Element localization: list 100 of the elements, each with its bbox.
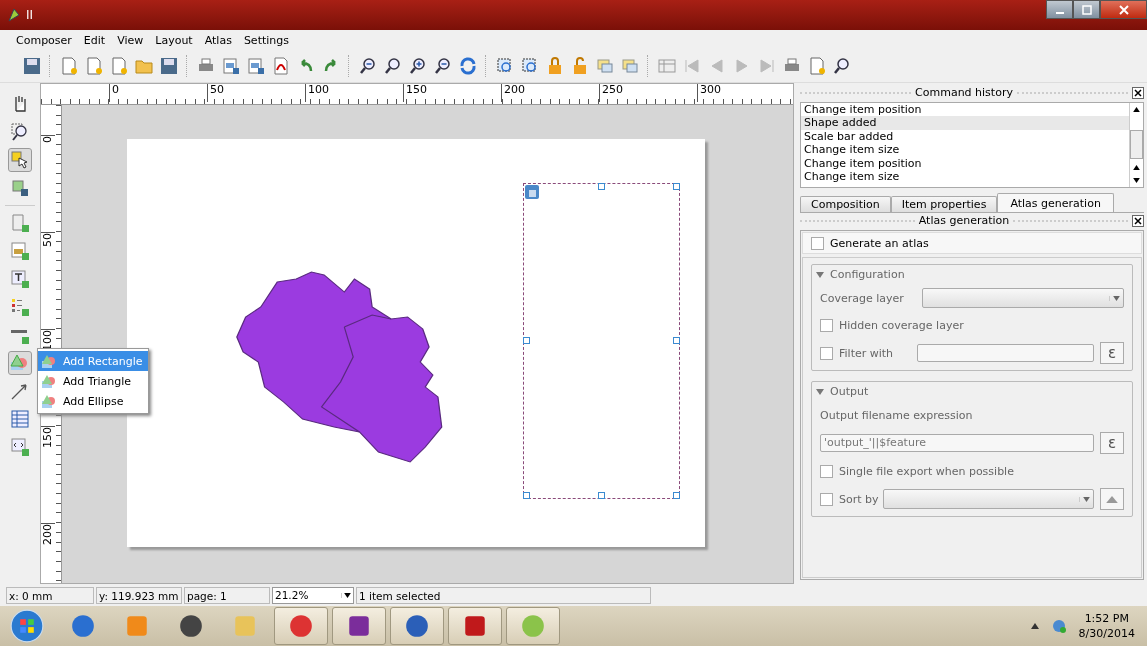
app-icon [124,613,150,639]
doc-icon[interactable] [59,56,79,76]
close-icon [1118,4,1129,15]
add-shape-icon[interactable] [9,352,31,374]
add-html-icon[interactable] [9,436,31,458]
scroll-down-icon[interactable] [1133,178,1140,183]
save-icon[interactable] [22,56,42,76]
expand-triangle-icon[interactable] [816,270,824,279]
ruler-label: 50 [207,84,305,102]
add-legend-icon[interactable] [9,296,31,318]
menu-item[interactable]: Layout [149,33,199,47]
window-title: II [26,8,34,22]
add-table-icon[interactable] [9,408,31,430]
app-icon [178,613,204,639]
menu-item[interactable]: Atlas [198,33,238,47]
field-label: Coverage layer [820,291,905,305]
coverage-layer-dropdown[interactable] [922,288,1124,308]
taskbar-app-button[interactable] [332,607,386,645]
add-image-icon[interactable] [9,240,31,262]
taskbar-app-button[interactable] [274,607,328,645]
magnifier-icon[interactable] [832,56,852,76]
doc-icon[interactable] [84,56,104,76]
checkbox[interactable] [820,346,833,360]
history-item[interactable]: Change item size [801,143,1129,157]
dropdown-arrow-icon [341,592,353,598]
menu-item[interactable]: Edit [77,33,112,47]
taskbar-app-button[interactable] [448,607,502,645]
app-icon [404,613,430,639]
expand-triangle-icon[interactable] [816,387,824,396]
app-icon [346,613,372,639]
checkbox[interactable] [820,464,833,478]
start-button-icon[interactable] [10,609,44,643]
magnifier-icon[interactable] [383,56,403,76]
close-button[interactable] [1132,214,1144,227]
checkbox-label: Single file export when possible [839,464,1014,478]
tab[interactable]: Atlas generation [997,193,1114,212]
ruler-label: 300 [697,84,795,102]
history-item[interactable]: Change item size [801,169,1129,184]
panel-title: Atlas generation [918,214,1010,227]
clock-time: 1:52 PM [1084,611,1129,626]
tab[interactable]: Composition [800,196,891,212]
group-title: Output [830,385,869,398]
minimize-icon [1055,11,1064,14]
checkbox[interactable] [820,318,833,332]
menu-item[interactable]: View [111,33,150,47]
save-icon[interactable] [159,56,179,76]
sort-order-button[interactable] [1100,488,1124,510]
show-hidden-icons-icon[interactable] [1030,623,1039,629]
taskbar-app-button[interactable] [390,607,444,645]
move-content-icon[interactable] [9,177,31,199]
zoom-out-icon[interactable] [433,56,453,76]
ruler-label: 0 [41,135,55,232]
field-label: Output filename expression [820,408,973,422]
app-icon [462,613,488,639]
history-item[interactable]: Change item position [801,156,1129,170]
scroll-up-icon[interactable] [1133,107,1140,112]
history-item[interactable]: Shape added [801,116,1129,130]
ruler-label: 100 [305,84,403,102]
history-item[interactable]: Scale bar added [801,129,1129,144]
menu-item[interactable]: Composer [10,33,78,47]
checkbox[interactable] [811,236,824,250]
scroll-up-icon[interactable] [1133,165,1140,170]
status-message: 1 item selected [356,586,651,604]
ruler-label: 200 [501,84,599,102]
menu-item[interactable]: Settings [237,33,295,47]
tab[interactable]: Item properties [890,196,998,212]
expression-button[interactable]: ε [1100,342,1124,364]
history-item[interactable]: Change item position [801,103,1129,117]
maximize-button[interactable] [1073,0,1100,19]
shape-icon [41,373,57,389]
select-pointer-icon[interactable] [9,149,31,171]
filename-expression-field[interactable]: 'output_'||$feature [820,434,1094,452]
shape-icon [41,353,57,369]
ruler-label: 250 [599,84,697,102]
network-icon[interactable] [1050,618,1067,634]
image-export-icon[interactable] [221,56,241,76]
image-export-icon[interactable] [246,56,266,76]
doc-icon[interactable] [807,56,827,76]
close-button[interactable] [1100,0,1147,19]
up-triangle-icon [1106,495,1118,503]
x-coordinate: x: 0 mm [6,586,94,604]
filter-input-field[interactable] [917,344,1094,362]
checkbox-label: Generate an atlas [830,236,929,250]
refresh-icon[interactable] [458,56,478,76]
item-icon [524,184,540,200]
add-label-icon[interactable] [9,268,31,290]
add-map-icon[interactable] [9,212,31,234]
close-button[interactable] [1132,86,1144,99]
minimize-button[interactable] [1046,0,1073,19]
zoom-in-icon[interactable] [408,56,428,76]
scrollbar[interactable] [1129,103,1143,187]
pdf-icon[interactable] [271,56,291,76]
sort-field-dropdown[interactable] [883,489,1094,509]
app-icon [232,613,258,639]
checkbox-label: Filter with [839,346,895,360]
expression-button[interactable]: ε [1100,432,1124,454]
ruler-label: 150 [403,84,501,102]
app-icon [70,613,96,639]
zoom-dropdown[interactable]: 21.2% [272,586,354,604]
checkbox[interactable] [820,492,833,506]
